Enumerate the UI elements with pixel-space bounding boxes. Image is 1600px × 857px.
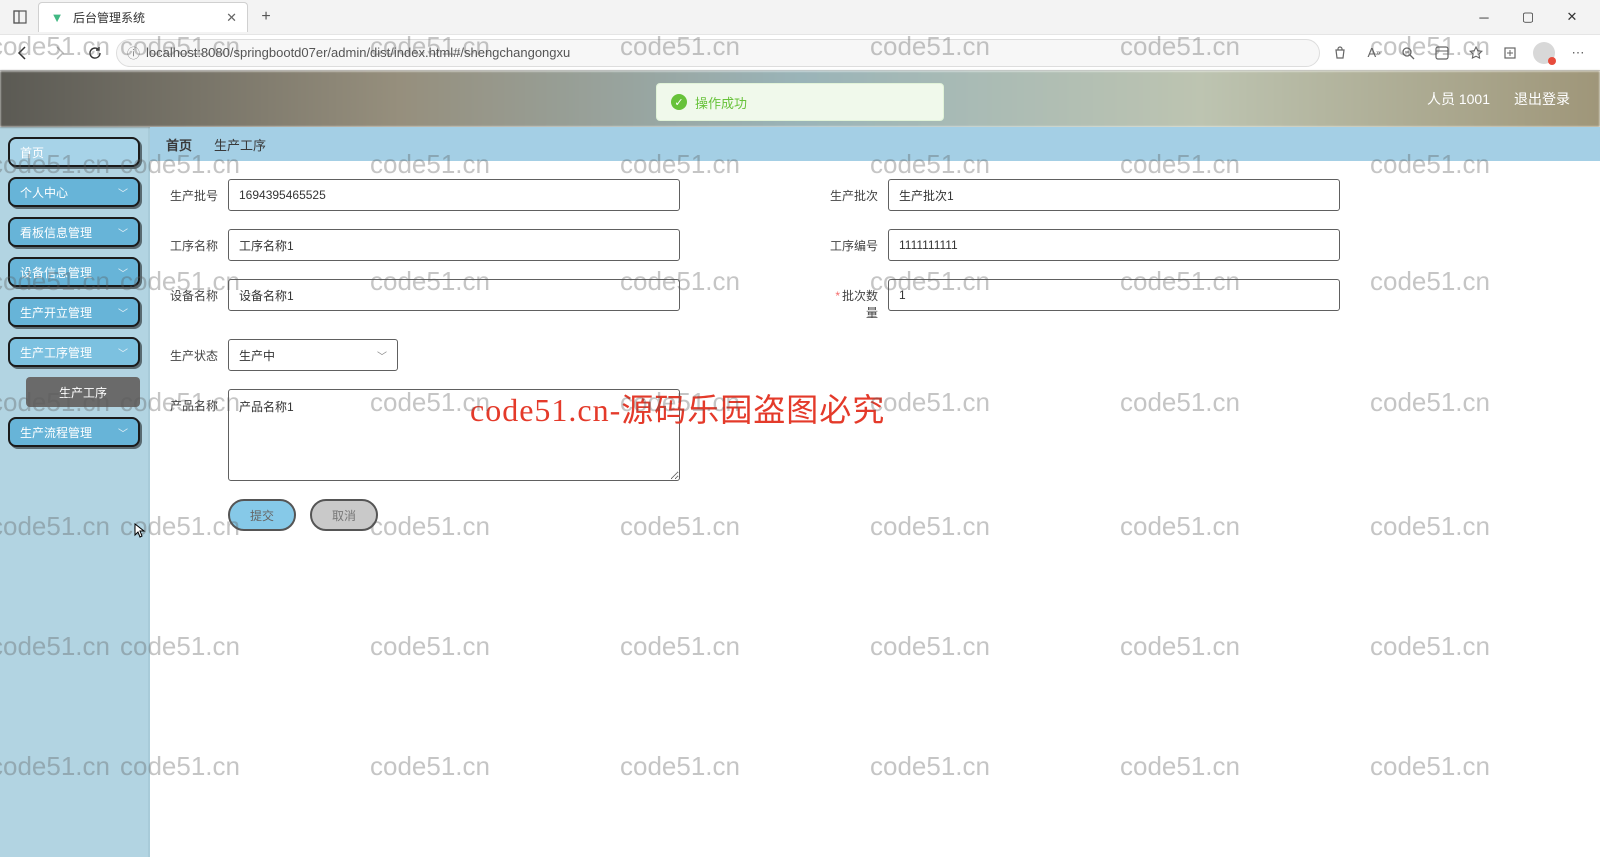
label-batch-no: 生产批号 — [164, 179, 228, 204]
tabs-bar: 首页 生产工序 — [150, 127, 1600, 161]
input-batch-no[interactable] — [228, 179, 680, 211]
back-button[interactable] — [8, 38, 38, 68]
sidebar-item-production-process[interactable]: 生产工序管理 ﹀ — [8, 337, 140, 367]
toast-text: 操作成功 — [695, 93, 747, 112]
textarea-product-name[interactable] — [228, 389, 680, 481]
favorites-icon[interactable] — [1462, 39, 1490, 67]
window-minimize-button[interactable]: ─ — [1462, 2, 1506, 32]
sidebar-item-label: 看板信息管理 — [20, 224, 92, 241]
chevron-down-icon: ﹀ — [118, 225, 128, 240]
chevron-down-icon: ﹀ — [118, 185, 128, 200]
sidebar-item-production-flow[interactable]: 生产流程管理 ﹀ — [8, 417, 140, 447]
forward-button[interactable] — [44, 38, 74, 68]
tab-current[interactable]: 生产工序 — [214, 135, 266, 154]
profile-avatar[interactable] — [1530, 39, 1558, 67]
sidebar-item-equipment[interactable]: 设备信息管理 ﹀ — [8, 257, 140, 287]
label-equipment-name: 设备名称 — [164, 279, 228, 304]
sidebar-item-personal[interactable]: 个人中心 ﹀ — [8, 177, 140, 207]
success-check-icon: ✓ — [671, 94, 687, 110]
sidebar-subitem-label: 生产工序 — [59, 384, 107, 401]
input-process-name[interactable] — [228, 229, 680, 261]
sidebar-item-label: 生产工序管理 — [20, 344, 92, 361]
tab-title: 后台管理系统 — [73, 9, 218, 26]
sidebar-subitem-process[interactable]: 生产工序 — [26, 377, 140, 407]
refresh-button[interactable] — [80, 38, 110, 68]
site-info-icon[interactable]: ⓘ — [127, 43, 140, 62]
label-batch: 生产批次 — [824, 179, 888, 204]
submit-button[interactable]: 提交 — [228, 499, 296, 531]
sidebar-item-production-open[interactable]: 生产开立管理 ﹀ — [8, 297, 140, 327]
input-batch[interactable] — [888, 179, 1340, 211]
content-area: 首页 生产工序 生产批号 生产批次 工序名称 — [150, 127, 1600, 857]
read-aloud-icon[interactable]: A» — [1360, 39, 1388, 67]
success-toast: ✓ 操作成功 — [656, 83, 944, 121]
input-equipment-name[interactable] — [228, 279, 680, 311]
new-tab-button[interactable]: + — [252, 3, 280, 31]
cancel-button[interactable]: 取消 — [310, 499, 378, 531]
sidebar-item-label: 设备信息管理 — [20, 264, 92, 281]
select-status-value: 生产中 — [239, 347, 275, 364]
chevron-down-icon: ﹀ — [118, 425, 128, 440]
chevron-down-icon: ﹀ — [118, 345, 128, 360]
vue-favicon-icon: ▼ — [49, 10, 65, 26]
label-status: 生产状态 — [164, 339, 228, 364]
logout-link[interactable]: 退出登录 — [1514, 89, 1570, 109]
window-maximize-button[interactable]: ▢ — [1506, 2, 1550, 32]
collections-icon[interactable] — [1496, 39, 1524, 67]
sidebar-item-label: 首页 — [20, 144, 44, 161]
label-process-name: 工序名称 — [164, 229, 228, 254]
toolbar-icons: A» ⋯ — [1326, 39, 1592, 67]
tab-actions-icon[interactable] — [6, 3, 34, 31]
chevron-down-icon: ﹀ — [118, 305, 128, 320]
sidebar-item-label: 个人中心 — [20, 184, 68, 201]
app-root: ✓ 操作成功 人员 1001 退出登录 首页 个人中心 ﹀ 看板信息管理 ﹀ 设… — [0, 71, 1600, 857]
input-process-code[interactable] — [888, 229, 1340, 261]
label-product-name: 产品名称 — [164, 389, 228, 414]
label-process-code: 工序编号 — [824, 229, 888, 254]
url-text: localhost:8080/springbootd07er/admin/dis… — [146, 45, 570, 60]
sidebar-item-label: 生产流程管理 — [20, 424, 92, 441]
tab-close-icon[interactable]: ✕ — [226, 10, 237, 26]
browser-tab[interactable]: ▼ 后台管理系统 ✕ — [38, 2, 248, 32]
browser-chrome: ▼ 后台管理系统 ✕ + ─ ▢ ✕ ⓘ localhost:8080/spri… — [0, 0, 1600, 71]
sidebar-item-kanban[interactable]: 看板信息管理 ﹀ — [8, 217, 140, 247]
chevron-down-icon: ﹀ — [118, 265, 128, 280]
select-status[interactable]: 生产中 ﹀ — [228, 339, 398, 371]
shopping-icon[interactable] — [1326, 39, 1354, 67]
tab-home[interactable]: 首页 — [166, 135, 192, 154]
address-bar[interactable]: ⓘ localhost:8080/springbootd07er/admin/d… — [116, 39, 1320, 67]
window-close-button[interactable]: ✕ — [1550, 2, 1594, 32]
more-menu-icon[interactable]: ⋯ — [1564, 39, 1592, 67]
sidebar-item-home[interactable]: 首页 — [8, 137, 140, 167]
zoom-icon[interactable] — [1394, 39, 1422, 67]
apps-icon[interactable] — [1428, 39, 1456, 67]
form-area: 生产批号 生产批次 工序名称 工序编号 — [150, 161, 1600, 857]
label-batch-qty: *批次数量 — [824, 279, 888, 321]
input-batch-qty[interactable] — [888, 279, 1340, 311]
sidebar: 首页 个人中心 ﹀ 看板信息管理 ﹀ 设备信息管理 ﹀ 生产开立管理 ﹀ 生产工… — [0, 127, 150, 857]
current-user[interactable]: 人员 1001 — [1427, 89, 1490, 109]
chevron-down-icon: ﹀ — [377, 348, 387, 363]
sidebar-item-label: 生产开立管理 — [20, 304, 92, 321]
